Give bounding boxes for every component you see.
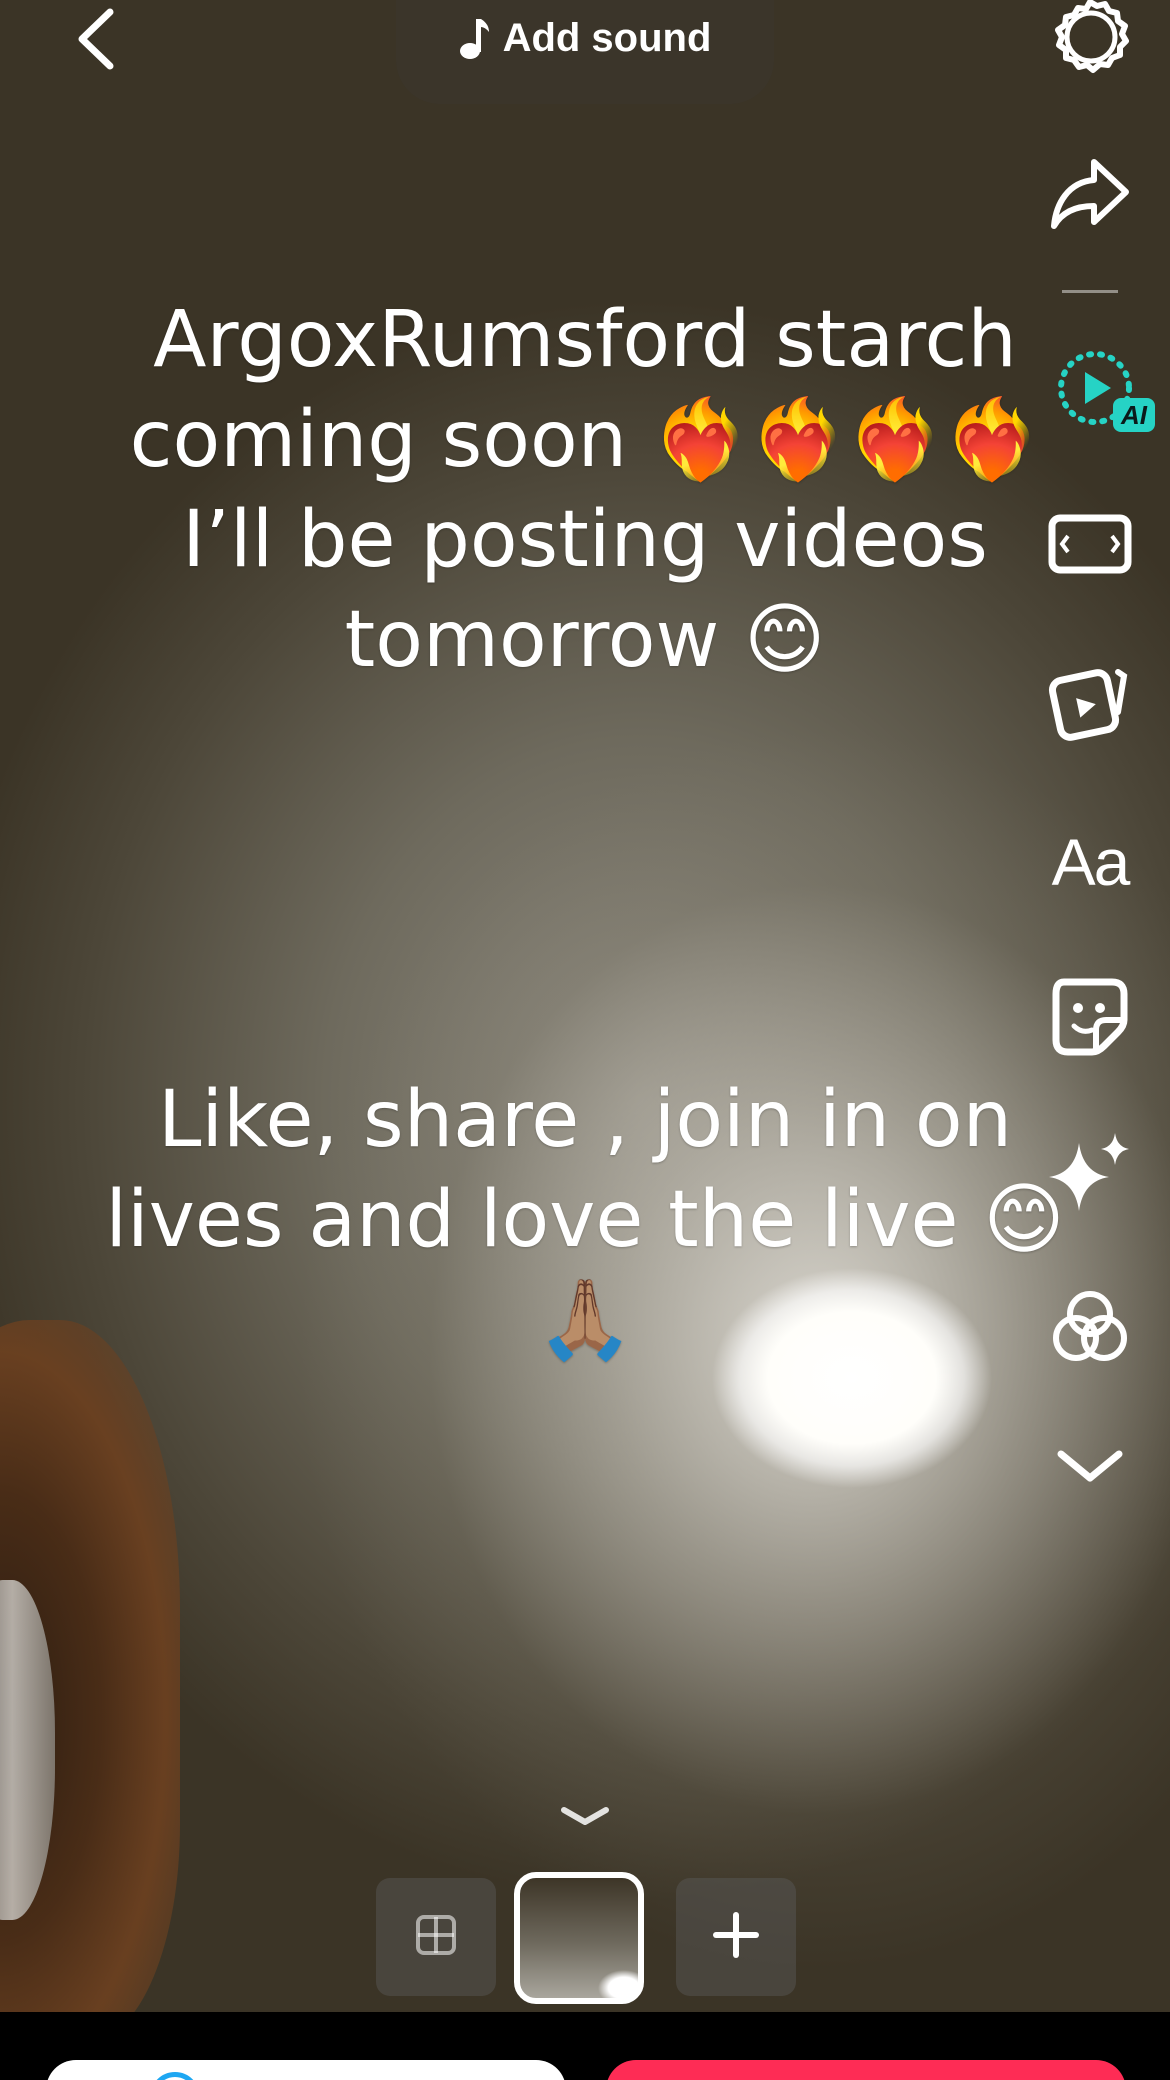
your-story-button[interactable] <box>46 2060 566 2080</box>
back-button[interactable] <box>66 6 126 76</box>
add-sound-label: Add sound <box>502 15 712 60</box>
editor-screen: Add sound AI Aa ArgoxRumsford starch com… <box>0 0 1170 2080</box>
chevron-left-icon <box>76 8 116 75</box>
more-tools-button[interactable] <box>1040 1418 1140 1518</box>
layout-button[interactable] <box>376 1878 496 1996</box>
text-tool-button[interactable]: Aa <box>1040 812 1140 912</box>
chevron-down-icon <box>1055 1446 1125 1491</box>
chevron-down-icon <box>560 1804 610 1833</box>
share-button[interactable] <box>1040 146 1140 246</box>
settings-icon <box>1048 0 1132 85</box>
ai-badge: AI <box>1113 398 1155 432</box>
rail-divider <box>1062 290 1118 293</box>
share-arrow-icon <box>1048 156 1132 237</box>
ai-video-icon: AI <box>1055 338 1155 438</box>
sticker-button[interactable] <box>1040 968 1140 1068</box>
music-note-icon <box>459 16 491 60</box>
settings-button[interactable] <box>1040 0 1140 90</box>
layout-grid-icon <box>414 1913 458 1962</box>
caption-text-bottom[interactable]: Like, share , join in on lives and love … <box>70 1070 1100 1370</box>
text-icon: Aa <box>1051 825 1131 899</box>
current-clip-thumbnail[interactable] <box>514 1872 644 2004</box>
plus-icon <box>712 1911 760 1964</box>
clip-thumbnail-strip <box>0 1872 1170 2008</box>
sticker-icon <box>1050 976 1130 1061</box>
add-clip-button[interactable] <box>676 1878 796 1996</box>
collapse-strip-button[interactable] <box>552 1800 618 1836</box>
add-sound-button[interactable]: Add sound <box>396 0 774 104</box>
caption-text-top[interactable]: ArgoxRumsford starch coming soon ❤️‍🔥❤️‍… <box>100 290 1070 690</box>
next-button[interactable] <box>606 2060 1126 2080</box>
